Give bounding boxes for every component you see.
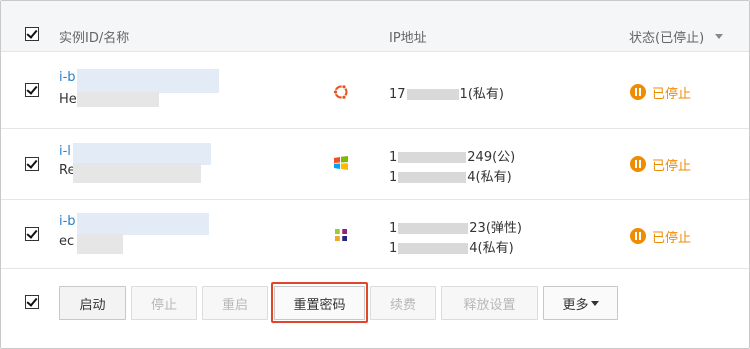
redacted-name [77, 92, 159, 107]
ip-address: 1 4(私有) [389, 166, 512, 185]
instance-id-link[interactable]: i-l [59, 144, 71, 159]
windows-icon [332, 154, 350, 172]
select-all-footer-checkbox[interactable] [25, 295, 39, 309]
table-row: i-b ec 1 23(弹性) 1 4(私有) 已停止 [1, 200, 749, 269]
ip-suffix: 23(弹性) [469, 221, 522, 236]
ip-suffix: 249(公) [467, 150, 516, 165]
redacted-id [77, 69, 219, 93]
status-badge: 已停止 [652, 87, 692, 102]
status-badge: 已停止 [652, 231, 692, 246]
row-checkbox[interactable] [25, 157, 39, 171]
select-all-checkbox[interactable] [25, 27, 39, 41]
header-ip-col: IP地址 [389, 31, 427, 46]
stop-button[interactable]: 停止 [131, 286, 197, 320]
instance-name: He [59, 92, 77, 107]
ubuntu-icon [332, 83, 350, 101]
chevron-down-icon[interactable] [715, 34, 723, 39]
ip-suffix: 1(私有) [459, 87, 504, 102]
instance-id-link[interactable]: i-b [59, 70, 76, 85]
restart-button[interactable]: 重启 [202, 286, 268, 320]
redacted-ip [406, 89, 459, 100]
table-row: i-b He 17 1(私有) 已停止 [1, 52, 749, 129]
pause-circle-icon [630, 156, 646, 172]
ip-address: 1 249(公) [389, 146, 515, 165]
centos-icon [332, 226, 350, 244]
ip-prefix: 1 [389, 221, 398, 236]
renew-button[interactable]: 续费 [370, 286, 436, 320]
table-header: 实例ID/名称 IP地址 状态(已停止) [1, 1, 749, 52]
redacted-ip [398, 223, 469, 234]
instance-table: 实例ID/名称 IP地址 状态(已停止) i-b He 17 1(私有) 已停止 … [0, 0, 750, 349]
ip-address: 1 23(弹性) [389, 217, 522, 236]
row-checkbox[interactable] [25, 227, 39, 241]
ip-address: 17 1(私有) [389, 83, 504, 102]
redacted-id [73, 143, 211, 165]
redacted-ip [398, 152, 467, 163]
more-dropdown-button[interactable]: 更多 [543, 286, 618, 320]
ip-suffix: 4(私有) [469, 241, 514, 256]
table-row: i-l Re 1 249(公) 1 4(私有) 已停止 [1, 129, 749, 200]
header-instance-col: 实例ID/名称 [59, 31, 130, 46]
header-status-filter[interactable]: 状态(已停止) [629, 27, 704, 46]
ip-address: 1 4(私有) [389, 237, 514, 256]
pause-circle-icon [630, 84, 646, 100]
row-checkbox[interactable] [25, 83, 39, 97]
redacted-ip [398, 243, 469, 254]
ip-prefix: 1 [389, 150, 398, 165]
release-settings-button[interactable]: 释放设置 [441, 286, 538, 320]
instance-name: ec [59, 234, 75, 249]
bulk-action-bar: 启动 停止 重启 重置密码 续费 释放设置 更多 [1, 269, 749, 348]
more-label: 更多 [562, 297, 589, 313]
redacted-name [73, 163, 201, 183]
redacted-name [77, 234, 123, 254]
instance-id-link[interactable]: i-b [59, 214, 76, 229]
ip-prefix: 1 [389, 170, 398, 185]
highlight-box [271, 282, 368, 323]
status-badge: 已停止 [652, 159, 692, 174]
redacted-id [77, 213, 209, 235]
redacted-ip [398, 172, 467, 183]
caret-down-icon [590, 300, 599, 306]
ip-prefix: 17 [389, 87, 406, 102]
ip-prefix: 1 [389, 241, 398, 256]
pause-circle-icon [630, 228, 646, 244]
start-button[interactable]: 启动 [59, 286, 126, 320]
ip-suffix: 4(私有) [467, 170, 512, 185]
